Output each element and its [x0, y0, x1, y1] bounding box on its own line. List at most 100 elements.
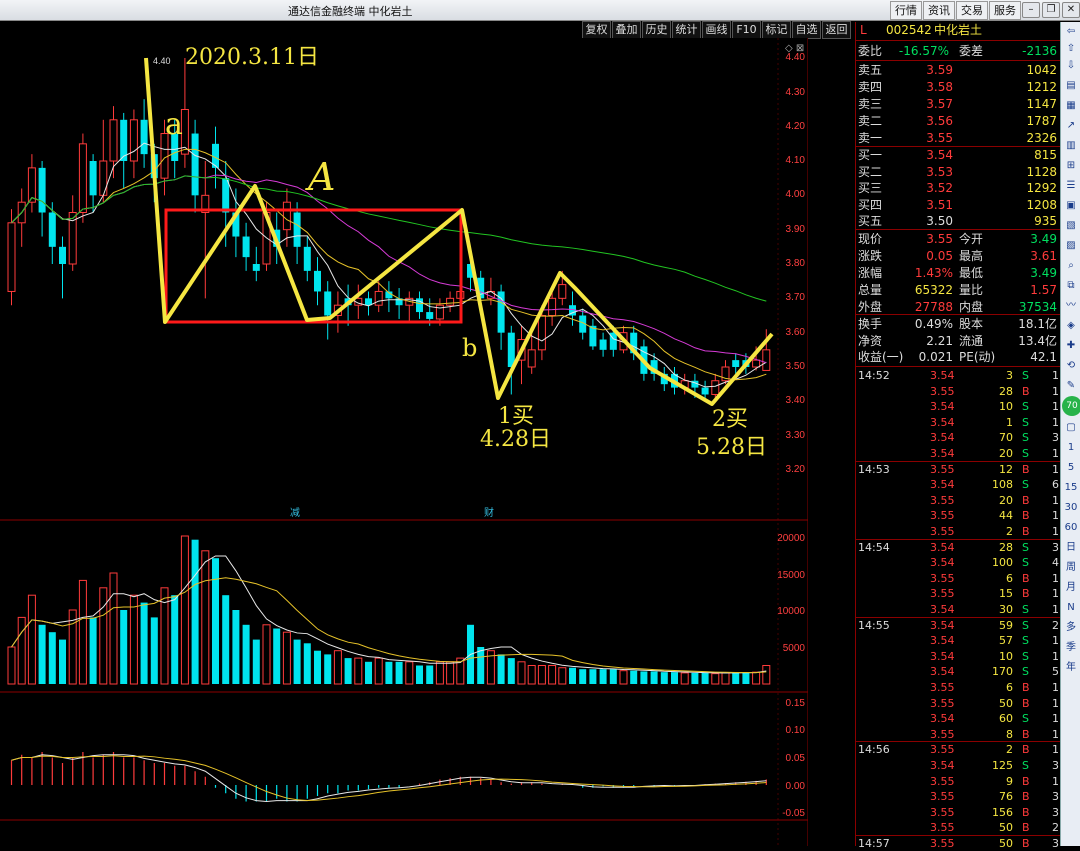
bar-chart-icon[interactable]: ▥ [1063, 138, 1079, 153]
tick-row[interactable]: 3.55 44 B 1 [856, 508, 1061, 523]
tick-row[interactable]: 3.55 8 B 1 [856, 727, 1061, 742]
tb-draw[interactable]: 画线 [702, 21, 731, 39]
tick-price: 3.55 [930, 743, 955, 757]
menu-market[interactable]: 行情 [890, 1, 922, 20]
ask-row[interactable]: 卖三 3.57 1147 [856, 96, 1061, 112]
period-button[interactable]: 15 [1063, 480, 1079, 495]
screen-icon[interactable]: ▢ [1063, 420, 1079, 435]
restore-icon[interactable]: ❐ [1042, 2, 1060, 18]
tick-row[interactable]: 3.55 76 B 3 [856, 789, 1061, 804]
tick-row[interactable]: 14:55 3.54 59 S 2 [856, 618, 1061, 633]
tick-row[interactable]: 3.54 1 S 1 [856, 415, 1061, 430]
menu-news[interactable]: 资讯 [923, 1, 955, 20]
line-chart-icon[interactable]: ↗ [1063, 118, 1079, 133]
bid-row[interactable]: 买五 3.50 935 [856, 213, 1061, 229]
tick-row[interactable]: 3.55 15 B 1 [856, 586, 1061, 601]
ask-row[interactable]: 卖一 3.55 2326 [856, 130, 1061, 146]
period-button[interactable]: 30 [1063, 500, 1079, 515]
tick-count: 1 [1052, 634, 1059, 648]
tick-row[interactable]: 3.55 9 B 1 [856, 774, 1061, 789]
ask-row[interactable]: 卖四 3.58 1212 [856, 79, 1061, 95]
ask-row[interactable]: 卖二 3.56 1787 [856, 113, 1061, 129]
bid-row[interactable]: 买四 3.51 1208 [856, 197, 1061, 213]
tick-row[interactable]: 3.55 156 B 3 [856, 805, 1061, 820]
bid-row[interactable]: 买三 3.52 1292 [856, 180, 1061, 196]
tick-row[interactable]: 14:53 3.55 12 B 1 [856, 462, 1061, 477]
tick-row[interactable]: 14:52 3.54 3 S 1 [856, 368, 1061, 383]
tick-row[interactable]: 3.55 20 B 1 [856, 493, 1061, 508]
ask-row[interactable]: 卖五 3.59 1042 [856, 62, 1061, 78]
tick-row[interactable]: 14:54 3.54 28 S 3 [856, 540, 1061, 555]
diamond-icon[interactable]: ◇ ⊠ [785, 43, 804, 54]
period-button[interactable]: 年 [1063, 660, 1079, 675]
tick-row[interactable]: 3.55 6 B 1 [856, 680, 1061, 695]
tb-fuquan[interactable]: 复权 [582, 21, 611, 39]
multi-window-icon[interactable]: ⧉ [1063, 278, 1079, 293]
tick-row[interactable]: 3.55 50 B 2 [856, 820, 1061, 835]
volume-bar [395, 661, 403, 684]
search-icon[interactable]: ⌕ [1063, 258, 1079, 273]
bid-label: 买五 [858, 214, 883, 228]
arrow-down-icon[interactable]: ⇩ [1063, 58, 1079, 73]
period-button[interactable]: 周 [1063, 560, 1079, 575]
tick-row[interactable]: 3.54 125 S 3 [856, 758, 1061, 773]
tick-row[interactable]: 3.54 108 S 6 [856, 477, 1061, 492]
tick-row[interactable]: 3.54 10 S 1 [856, 399, 1061, 414]
list-icon[interactable]: ☰ [1063, 178, 1079, 193]
tick-row[interactable]: 3.54 170 S 5 [856, 664, 1061, 679]
tb-stats[interactable]: 统计 [672, 21, 701, 39]
tb-history[interactable]: 历史 [642, 21, 671, 39]
rsi-icon[interactable]: ◈ [1063, 318, 1079, 333]
compass-icon[interactable]: ✚ [1063, 338, 1079, 353]
tick-row[interactable]: 3.54 10 S 1 [856, 649, 1061, 664]
tick-row[interactable]: 3.55 28 B 1 [856, 384, 1061, 399]
tb-back[interactable]: 返回 [822, 21, 851, 39]
tick-row[interactable]: 3.54 60 S 1 [856, 711, 1061, 726]
tick-row[interactable]: 3.54 57 S 1 [856, 633, 1061, 648]
tb-overlay[interactable]: 叠加 [612, 21, 641, 39]
bid-row[interactable]: 买一 3.54 815 [856, 147, 1061, 163]
tick-row[interactable]: 3.54 70 S 3 [856, 430, 1061, 445]
quote-panel: L 002542 中化岩土 委比 -16.57% 委差 -2136 卖五 3.5… [855, 22, 1061, 850]
tick-row[interactable]: 3.55 50 B 1 [856, 696, 1061, 711]
grid-icon[interactable]: ⊞ [1063, 158, 1079, 173]
wave-icon[interactable]: 〰 [1063, 298, 1079, 313]
minimize-icon[interactable]: – [1022, 2, 1040, 18]
tick-row[interactable]: 3.54 20 S 1 [856, 446, 1061, 461]
period-button[interactable]: 5 [1063, 460, 1079, 475]
period-button[interactable]: 季 [1063, 640, 1079, 655]
tick-row[interactable]: 3.54 30 S 1 [856, 602, 1061, 617]
tb-f10[interactable]: F10 [732, 21, 761, 39]
period-button[interactable]: 日 [1063, 540, 1079, 555]
arrow-left-icon[interactable]: ⇦ [1063, 24, 1079, 39]
bid-row[interactable]: 买二 3.53 1128 [856, 164, 1061, 180]
period-button[interactable]: 多 [1063, 620, 1079, 635]
tb-watchlist[interactable]: 自选 [792, 21, 821, 39]
tick-row[interactable]: 14:57 3.55 50 B 3 [856, 836, 1061, 851]
menu-trade[interactable]: 交易 [956, 1, 988, 20]
period-button[interactable]: 60 [1063, 520, 1079, 535]
kline-chart[interactable]: 4.40 4.30 4.20 4.10 4.00 3.90 3.80 3.70 … [0, 38, 808, 846]
arrow-up-icon[interactable]: ⇧ [1063, 41, 1079, 56]
stock-header[interactable]: L 002542 中化岩土 [856, 22, 1061, 38]
book-icon[interactable]: ▣ [1063, 198, 1079, 213]
chart-icon[interactable]: ▤ [1063, 78, 1079, 93]
tb-mark[interactable]: 标记 [762, 21, 791, 39]
menu-service[interactable]: 服务 [989, 1, 1021, 20]
sync-icon[interactable]: ⟲ [1063, 358, 1079, 373]
fiz-icon[interactable]: ▨ [1063, 238, 1079, 253]
pen-icon[interactable]: ✎ [1063, 378, 1079, 393]
tick-row[interactable]: 3.54 100 S 4 [856, 555, 1061, 570]
table-icon[interactable]: ▦ [1063, 98, 1079, 113]
ask-label: 卖一 [858, 131, 883, 145]
badge-counter[interactable]: 70 [1062, 396, 1080, 416]
period-button[interactable]: 1 [1063, 440, 1079, 455]
tick-row[interactable]: 3.55 2 B 1 [856, 524, 1061, 539]
period-button[interactable]: 月 [1063, 580, 1079, 595]
weibi-value: -16.57% [898, 44, 949, 58]
tick-row[interactable]: 3.55 6 B 1 [856, 571, 1061, 586]
finance-icon[interactable]: ▧ [1063, 218, 1079, 233]
close-icon[interactable]: ✕ [1062, 2, 1080, 18]
period-button[interactable]: N [1063, 600, 1079, 615]
tick-row[interactable]: 14:56 3.55 2 B 1 [856, 742, 1061, 757]
